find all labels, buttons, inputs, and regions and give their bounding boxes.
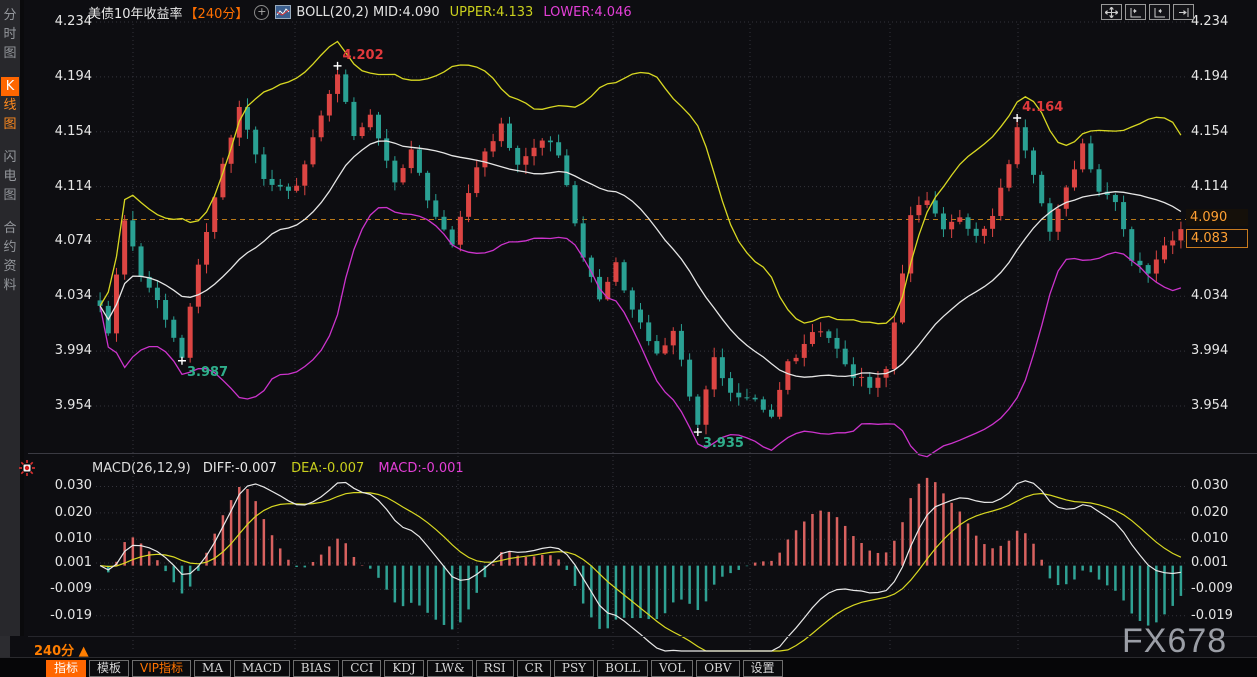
toolbar-button-KDJ[interactable]: KDJ <box>384 660 423 677</box>
price-axis-label: 4.194 <box>34 69 92 84</box>
price-axis-label: 4.194 <box>1191 69 1228 84</box>
price-axis-label: 3.954 <box>1191 398 1228 413</box>
macd-axis-label: 0.001 <box>34 555 92 570</box>
macd-axis-label: 0.001 <box>1191 555 1228 570</box>
boll-upper-label: UPPER:4.133 <box>450 5 534 20</box>
price-axis-label: 4.114 <box>1191 179 1228 194</box>
pane-divider <box>28 453 1257 454</box>
mini-chart-icon[interactable] <box>275 5 291 19</box>
macd-macd-value: MACD:-0.001 <box>378 461 463 476</box>
alert-marker-icon[interactable] <box>19 460 35 480</box>
price-annotation: 3.987 <box>187 365 228 380</box>
symbol-title: 美债10年收益率 <box>88 3 183 22</box>
price-chart-canvas[interactable] <box>0 0 1257 677</box>
toolbar-button-VOL[interactable]: VOL <box>651 660 693 677</box>
time-axis: 09/1309/242025/10/01 07:00~11:00 三10/131… <box>0 636 1257 657</box>
macd-diff-value: DIFF:-0.007 <box>203 461 277 476</box>
toolbar-button-指标[interactable]: 指标 <box>46 660 86 677</box>
price-axis-label: 4.234 <box>1191 14 1228 29</box>
macd-indicator-label: MACD(26,12,9) <box>92 461 191 476</box>
toolbar-button-PSY[interactable]: PSY <box>554 660 594 677</box>
macd-axis-label: 0.010 <box>1191 531 1228 546</box>
price-annotation: 4.164 <box>1022 100 1063 115</box>
toolbar-button-MA[interactable]: MA <box>194 660 231 677</box>
price-axis-label: 4.074 <box>34 233 92 248</box>
chart-header: 美债10年收益率 【240分】 + BOLL(20,2) MID:4.090 U… <box>88 3 632 21</box>
chart-toolbar-icons <box>1101 4 1194 20</box>
price-annotation: 3.935 <box>703 436 744 451</box>
boll-indicator-label: BOLL(20,2) MID:4.090 <box>296 5 439 20</box>
period-tag: 【240分】 <box>185 3 249 22</box>
zoom-y-axis-icon[interactable] <box>1149 4 1170 20</box>
toolbar-button-MACD[interactable]: MACD <box>234 660 290 677</box>
macd-dea-value: DEA:-0.007 <box>291 461 364 476</box>
toolbar-button-BOLL[interactable]: BOLL <box>597 660 648 677</box>
price-axis-label: 4.154 <box>1191 124 1228 139</box>
pan-icon[interactable] <box>1101 4 1122 20</box>
macd-header: MACD(26,12,9) DIFF:-0.007 DEA:-0.007 MAC… <box>92 461 464 476</box>
toolbar-button-OBV[interactable]: OBV <box>696 660 739 677</box>
price-axis-label: 4.154 <box>34 124 92 139</box>
macd-axis-label: 0.010 <box>34 531 92 546</box>
trading-app-window: 分时图K线图闪电图合约资料 美债10年收益率 【240分】 + BOLL(20,… <box>0 0 1257 677</box>
macd-axis-label: 0.020 <box>1191 505 1228 520</box>
price-axis-label: 4.234 <box>34 14 92 29</box>
macd-axis-label: 0.020 <box>34 505 92 520</box>
price-level-tag: 4.090 <box>1186 209 1248 226</box>
price-axis-label: 3.994 <box>34 343 92 358</box>
price-axis-label: 3.954 <box>34 398 92 413</box>
macd-axis-label: 0.030 <box>34 478 92 493</box>
macd-axis-label: -0.019 <box>34 608 92 623</box>
boll-lower-label: LOWER:4.046 <box>543 5 631 20</box>
fx678-watermark: FX678 <box>1122 622 1227 661</box>
price-axis-label: 3.994 <box>1191 343 1228 358</box>
toolbar-button-模板[interactable]: 模板 <box>89 660 129 677</box>
toolbar-button-LW&[interactable]: LW& <box>427 660 473 677</box>
zoom-x-axis-icon[interactable] <box>1125 4 1146 20</box>
toolbar-button-RSI[interactable]: RSI <box>476 660 514 677</box>
toolbar-button-CCI[interactable]: CCI <box>342 660 381 677</box>
shift-right-icon[interactable] <box>1173 4 1194 20</box>
macd-axis-label: -0.009 <box>1191 581 1233 596</box>
circle-plus-icon[interactable]: + <box>254 5 269 20</box>
price-axis-label: 4.034 <box>34 288 92 303</box>
toolbar-button-BIAS[interactable]: BIAS <box>293 660 339 677</box>
price-annotation: 4.202 <box>343 48 384 63</box>
toolbar-button-CR[interactable]: CR <box>517 660 551 677</box>
price-axis-label: 4.114 <box>34 179 92 194</box>
price-axis-label: 4.034 <box>1191 288 1228 303</box>
macd-axis-label: -0.009 <box>34 581 92 596</box>
toolbar-button-设置[interactable]: 设置 <box>743 660 783 677</box>
macd-axis-label: -0.019 <box>1191 608 1233 623</box>
current-price-tag: 4.083 <box>1186 229 1248 248</box>
macd-axis-label: 0.030 <box>1191 478 1228 493</box>
toolbar-button-VIP指标[interactable]: VIP指标 <box>132 660 191 677</box>
indicator-toolbar: 指标模板VIP指标MAMACDBIASCCIKDJLW&RSICRPSYBOLL… <box>0 657 1257 677</box>
